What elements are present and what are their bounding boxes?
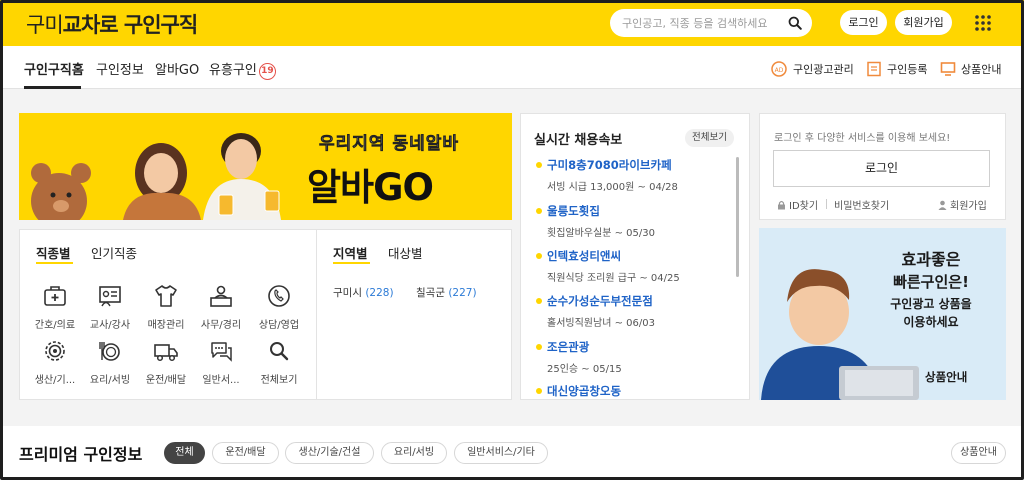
realtime-title: 실시간 채용속보 [534,133,623,148]
link-divider [826,199,827,209]
realtime-overflow-clip: 대신양곱창오동 [520,383,735,399]
chip-general-service[interactable]: 일반서비스/기타 [454,442,548,464]
signup-button[interactable]: 회원가입 [895,10,952,35]
shirt-icon [155,285,177,307]
user-icon [938,200,947,210]
realtime-item[interactable]: 조은관광 25인승 ~ 05/15 [536,339,622,375]
category-office[interactable]: 사무/경리 [193,283,249,331]
dish-icon [99,342,120,361]
nav-product-info-link[interactable]: 상품안내 [940,61,1001,77]
product-ad-banner[interactable]: 효과좋은 빠른구인은! 구인광고 상품을 이용하세요 상품안내 [759,228,1006,400]
tab-job-info[interactable]: 구인정보 [96,59,144,78]
tab-by-job-type[interactable]: 직종별 [36,243,71,262]
category-general-service[interactable]: 일반서... [193,338,249,386]
svg-text:AD: AD [775,67,784,74]
chip-all[interactable]: 전체 [164,442,205,464]
tab-home[interactable]: 구인구직홈 [24,59,84,78]
ad-copy: 효과좋은 빠른구인은! 구인광고 상품을 이용하세요 [890,250,972,329]
region-chilgok[interactable]: 칠곡군 (227) [416,285,477,300]
search-icon [270,342,289,361]
tab-by-region[interactable]: 지역별 [333,243,368,262]
chip-cooking[interactable]: 요리/서빙 [381,442,447,464]
tab-by-target[interactable]: 대상별 [388,243,423,262]
category-medical[interactable]: 간호/의료 [27,283,83,331]
lock-icon [778,200,785,209]
search-icon[interactable] [788,16,802,30]
albago-banner[interactable]: 우리지역 동네알바 알바GO [19,113,512,220]
panel-login-button[interactable]: 로그인 [773,150,990,187]
category-store-manage[interactable]: 매장관리 [138,283,194,331]
tab-popular-jobs[interactable]: 인기직종 [91,243,137,262]
premium-title: 프리미엄 구인정보 [19,445,143,464]
premium-product-info-button[interactable]: 상품안내 [951,442,1006,464]
monitor-icon [940,62,956,76]
realtime-item[interactable]: 순수가성순두부전문점 홀서빙직원남녀 ~ 06/03 [536,293,655,329]
category-divider [316,229,317,400]
banner-title: 알바GO [307,166,434,209]
chip-production[interactable]: 생산/기술/건설 [285,442,374,464]
ad-manage-icon: AD [771,61,787,77]
realtime-scrollbar[interactable] [736,157,739,277]
tab-albago[interactable]: 알바GO [155,59,199,78]
chip-delivery[interactable]: 운전/배달 [212,442,279,464]
medical-kit-icon [44,286,66,306]
realtime-item[interactable]: 구미8층7080라이브카페 서빙 시급 13,000원 ~ 04/28 [536,157,678,193]
category-production[interactable]: 생산/기... [27,338,83,386]
office-worker-icon [210,285,232,307]
category-consulting-sales[interactable]: 상담/영업 [251,283,307,331]
region-tab-underline [333,262,370,264]
signup-link[interactable]: 회원가입 [938,197,987,212]
chat-bubble-icon [211,342,232,362]
realtime-view-all-button[interactable]: 전체보기 [685,129,734,147]
adult-19-badge: 19 [258,63,276,80]
realtime-item[interactable]: 울릉도횟집 횟집알바우실분 ~ 05/30 [536,203,655,239]
truck-icon [154,344,178,362]
nav-job-register-link[interactable]: 구인등록 [866,61,927,77]
search-input[interactable] [622,13,782,33]
gear-icon [45,341,65,361]
main-nav: 구인구직홈 구인정보 알바GO 유흥구인 19 AD 구인광고관리 구인등록 상품… [0,46,1024,89]
site-logo[interactable]: 구미교차로 구인구직 [26,9,198,39]
ad-product-info-link[interactable]: 상품안내 [925,369,967,385]
all-menu-grid-icon[interactable] [974,14,992,32]
find-password-link[interactable]: 비밀번호찾기 [834,197,889,212]
tab-adult-jobs[interactable]: 유흥구인 19 [209,59,276,80]
login-button[interactable]: 로그인 [840,10,887,35]
phone-icon [268,285,290,307]
banner-tagline: 우리지역 동네알바 [319,134,460,155]
login-info-text: 로그인 후 다양한 서비스를 이용해 보세요! [774,133,951,144]
category-view-all[interactable]: 전체보기 [251,338,307,386]
job-type-tab-underline [36,262,73,264]
top-bar: 구미교차로 구인구직 로그인 회원가입 [0,0,1024,46]
realtime-item[interactable]: 대신양곱창오동 [536,383,621,399]
find-id-link[interactable]: ID찾기 [777,197,818,212]
search-box [610,9,812,37]
category-teacher[interactable]: 교사/강사 [82,283,138,331]
nav-ad-manage-link[interactable]: AD 구인광고관리 [770,61,854,77]
teacher-board-icon [99,286,121,307]
region-gumi[interactable]: 구미시 (228) [333,285,394,300]
realtime-item[interactable]: 인텍효성티앤씨 직원식당 조리원 급구 ~ 04/25 [536,248,680,284]
category-delivery[interactable]: 운전/배달 [138,338,194,386]
category-cooking[interactable]: 요리/서빙 [82,338,138,386]
active-tab-indicator [24,86,81,89]
register-document-icon [867,61,881,77]
